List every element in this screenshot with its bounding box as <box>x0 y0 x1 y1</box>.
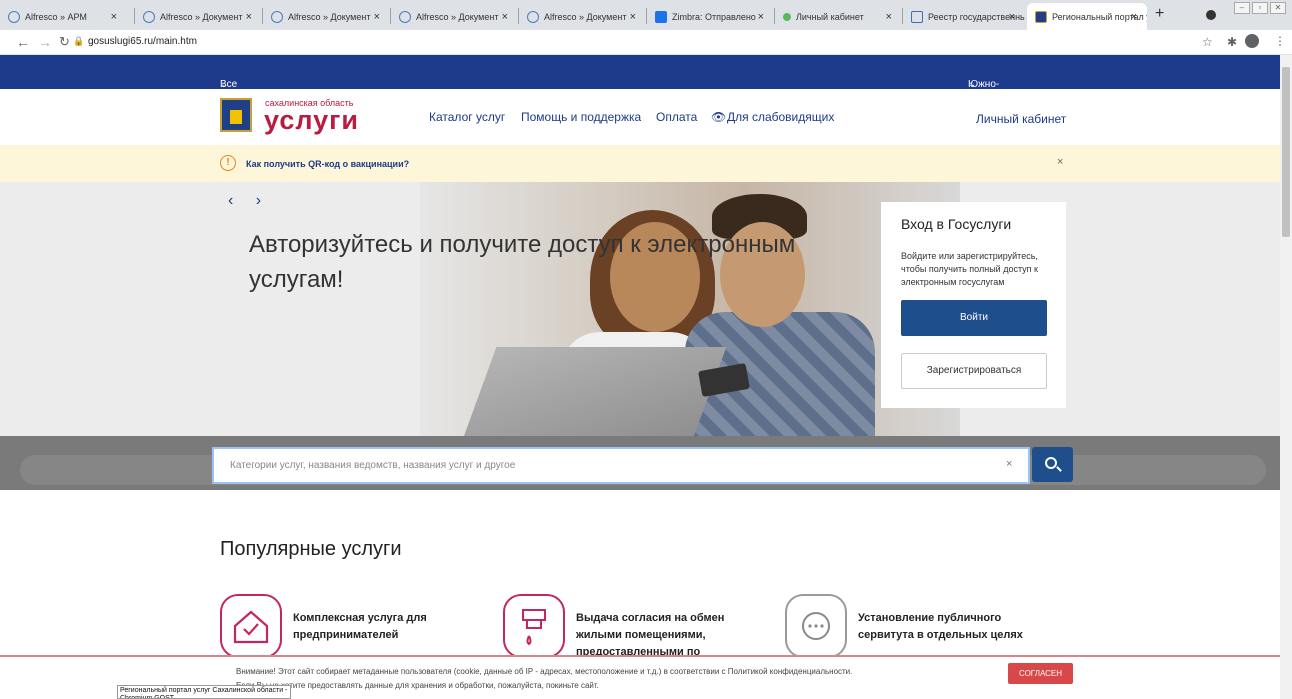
browser-tab[interactable]: Реестр государственны × <box>903 3 1025 30</box>
tab-favicon-icon <box>399 10 411 23</box>
hero-banner: ‹ › Авторизуйтесь и получите доступ к эл… <box>0 182 1280 436</box>
browser-tab[interactable]: Alfresco » Документ × <box>519 3 646 30</box>
browser-tab[interactable]: Alfresco » Документ × <box>135 3 262 30</box>
alert-close-icon[interactable]: × <box>1057 156 1063 168</box>
page-scrollbar[interactable] <box>1280 55 1292 699</box>
service-label: Комплексная услуга для предпринимателей <box>293 612 427 641</box>
account-icon[interactable] <box>1245 34 1259 48</box>
status-tooltip: Региональный портал услуг Сахалинской об… <box>117 685 291 699</box>
close-tab-icon[interactable]: × <box>886 11 892 23</box>
search-placeholder: Категории услуг, названия ведомств, назв… <box>230 460 516 471</box>
close-tab-icon[interactable]: × <box>374 11 380 23</box>
minimize-icon[interactable]: – <box>1234 2 1250 14</box>
hero-heading: Авторизуйтесь и получите доступ к электр… <box>249 231 796 293</box>
carousel-prev-icon[interactable]: ‹ <box>228 192 233 209</box>
browser-tab[interactable]: Личный кабинет × <box>775 3 902 30</box>
browser-tab-active[interactable]: Региональный портал у × <box>1027 3 1147 30</box>
close-tab-icon[interactable]: × <box>502 11 508 23</box>
registry-favicon-icon <box>911 10 923 23</box>
login-description: Войдите или зарегистрируйтесь, чтобы пол… <box>901 251 1038 287</box>
scrollbar-thumb[interactable] <box>1282 67 1290 237</box>
lock-icon: 🔒 <box>73 36 85 46</box>
close-tab-icon[interactable]: × <box>630 11 636 23</box>
forward-icon[interactable]: → <box>38 34 52 50</box>
tab-label: Alfresco » АРМ <box>25 11 87 22</box>
close-tab-icon[interactable]: × <box>1131 11 1137 23</box>
tab-favicon-icon <box>8 10 20 23</box>
logo-name: услуги <box>264 105 360 135</box>
register-button[interactable]: Зарегистрироваться <box>901 353 1047 389</box>
search-input[interactable]: Категории услуг, названия ведомств, назв… <box>212 447 1030 484</box>
nav-help-link[interactable]: Помощь и поддержка <box>521 110 641 124</box>
profile-dot-icon[interactable] <box>1206 10 1216 20</box>
chat-bubble-icon <box>785 594 847 658</box>
tab-label: Alfresco » Документ <box>288 11 371 22</box>
nav-accessible-link[interactable]: Для слабовидящих <box>727 110 834 124</box>
search-icon-handle <box>1056 466 1062 472</box>
login-panel: Вход в Госуслуги Войдите или зарегистрир… <box>881 202 1066 408</box>
site-header: сахалинская область услуги Каталог услуг… <box>0 89 1280 145</box>
cabinet-favicon-icon <box>783 12 791 21</box>
browser-tab[interactable]: Alfresco » Документ × <box>263 3 390 30</box>
browser-tab[interactable]: Zimbra: Отправлено × <box>647 3 774 30</box>
browser-tab-bar: Alfresco » АРМ × Alfresco » Документ × Alf… <box>0 0 1292 30</box>
nav-catalog-link[interactable]: Каталог услуг <box>429 110 505 124</box>
warning-icon: ! <box>220 155 236 171</box>
browser-tab[interactable]: Alfresco » Документ × <box>391 3 518 30</box>
tab-label: Alfresco » Документ <box>160 11 243 22</box>
address-bar-row: ← → ↻ 🔒 gosuslugi65.ru/main.htm ☆ ✱ ⋮ <box>0 30 1292 55</box>
top-bar: Все категории ⌄ Южно-Сахалинск ⌄ <box>0 55 1280 101</box>
cookie-text-line1: Внимание! Этот сайт собирает метаданные … <box>236 667 853 676</box>
login-button[interactable]: Войти <box>901 300 1047 336</box>
close-tab-icon[interactable]: × <box>111 11 117 23</box>
tab-favicon-icon <box>271 10 283 23</box>
search-button[interactable] <box>1032 447 1073 482</box>
gosuslugi-favicon-icon <box>1035 10 1047 23</box>
reload-icon[interactable]: ↻ <box>59 34 70 50</box>
cookie-agree-button[interactable]: СОГЛАСЕН <box>1008 663 1073 684</box>
login-title: Вход в Госуслуги <box>901 216 1012 232</box>
service-label: Установление публичного сервитута в отде… <box>858 612 1023 641</box>
tab-label: Zimbra: Отправлено <box>672 11 756 22</box>
alert-link[interactable]: Как получить QR-код о вакцинации? <box>246 159 409 169</box>
eye-icon: 👁 <box>711 110 727 124</box>
tab-label: Alfresco » Документ <box>544 11 627 22</box>
close-window-icon[interactable]: ✕ <box>1270 2 1286 14</box>
browser-tab[interactable]: Alfresco » АРМ × <box>0 3 127 30</box>
personal-cabinet-link[interactable]: Личный кабинет <box>976 112 1066 126</box>
close-tab-icon[interactable]: × <box>1009 11 1015 23</box>
back-icon[interactable]: ← <box>16 34 30 50</box>
coat-of-arms-icon <box>220 98 252 132</box>
tab-label: Личный кабинет <box>796 11 864 22</box>
url-field[interactable]: gosuslugi65.ru/main.htm <box>88 36 197 47</box>
window-controls: – ▫ ✕ <box>1232 2 1286 14</box>
nav-payment-link[interactable]: Оплата <box>656 110 697 124</box>
maximize-icon[interactable]: ▫ <box>1252 2 1268 14</box>
search-band: Категории услуг, названия ведомств, назв… <box>0 436 1280 490</box>
extensions-icon[interactable]: ✱ <box>1227 35 1237 49</box>
faucet-icon <box>503 594 565 658</box>
search-clear-icon[interactable]: × <box>1006 458 1012 470</box>
tab-favicon-icon <box>527 10 539 23</box>
close-tab-icon[interactable]: × <box>758 11 764 23</box>
vaccination-alert: ! Как получить QR-код о вакцинации? × <box>0 145 1280 182</box>
house-check-icon <box>220 594 282 658</box>
laptop-image <box>463 347 727 436</box>
bookmark-star-icon[interactable]: ☆ <box>1202 35 1213 49</box>
new-tab-icon[interactable]: + <box>1155 5 1164 23</box>
popular-title: Популярные услуги <box>220 538 402 560</box>
close-tab-icon[interactable]: × <box>246 11 252 23</box>
carousel-next-icon[interactable]: › <box>256 192 261 209</box>
menu-icon[interactable]: ⋮ <box>1274 34 1286 48</box>
site-logo[interactable]: сахалинская область услуги <box>220 96 365 136</box>
tab-favicon-icon <box>143 10 155 23</box>
tab-label: Alfresco » Документ <box>416 11 499 22</box>
zimbra-icon <box>655 10 667 23</box>
service-label: Выдача согласия на обмен жилыми помещени… <box>576 612 725 658</box>
